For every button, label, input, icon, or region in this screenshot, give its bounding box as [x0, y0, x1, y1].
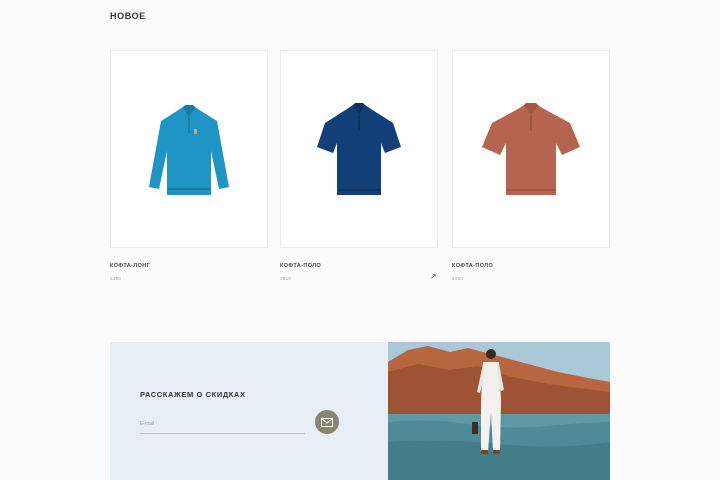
product-price: 3490 [452, 276, 464, 281]
product-price: 5490 [110, 276, 122, 281]
product-name[interactable]: КОФТА-ПОЛО [452, 263, 610, 269]
subscribe-button[interactable] [315, 410, 339, 434]
promo-photo [388, 342, 610, 480]
long-sleeve-polo-image [149, 105, 229, 195]
product-card[interactable]: КОФТА-ЛОНГ 5490 [110, 50, 268, 281]
envelope-icon [321, 417, 333, 427]
product-image[interactable] [280, 50, 438, 248]
product-image[interactable] [110, 50, 268, 248]
arrow-link-icon[interactable]: ↗ [430, 273, 438, 281]
man-on-beach-photo [388, 342, 610, 480]
short-sleeve-polo-image [482, 103, 580, 195]
product-card[interactable]: КОФТА-ПОЛО 3610 ↗ [280, 50, 438, 281]
product-image[interactable] [452, 50, 610, 248]
product-name[interactable]: КОФТА-ЛОНГ [110, 263, 268, 269]
product-name[interactable]: КОФТА-ПОЛО [280, 263, 438, 269]
section-title: НОВОЕ [110, 11, 146, 21]
email-field[interactable] [140, 414, 305, 434]
short-sleeve-polo-image [317, 103, 401, 195]
newsletter-banner: РАССКАЖЕМ О СКИДКАХ [110, 342, 610, 480]
product-price: 3610 [280, 276, 292, 281]
newsletter-form: РАССКАЖЕМ О СКИДКАХ [110, 342, 388, 480]
product-card[interactable]: КОФТА-ПОЛО 3490 [452, 50, 610, 281]
newsletter-title: РАССКАЖЕМ О СКИДКАХ [140, 390, 246, 399]
